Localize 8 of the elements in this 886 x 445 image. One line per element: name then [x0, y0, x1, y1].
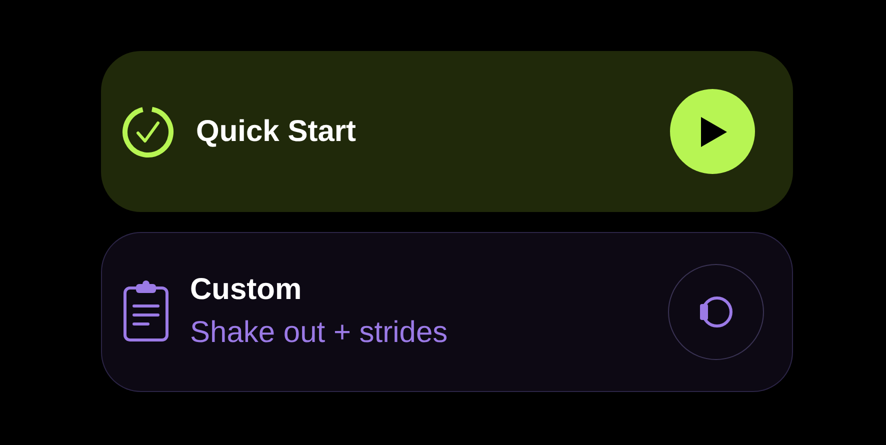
workout-subtitle: Shake out + strides — [190, 315, 448, 351]
watch-button[interactable] — [668, 264, 764, 360]
clipboard-icon — [122, 280, 170, 344]
workout-card[interactable]: Custom Shake out + strides — [101, 232, 793, 392]
workout-title: Custom — [190, 272, 303, 308]
workout-title: Quick Start — [196, 114, 356, 150]
check-circle-icon — [121, 104, 175, 158]
workout-card[interactable]: Quick Start — [101, 51, 793, 212]
